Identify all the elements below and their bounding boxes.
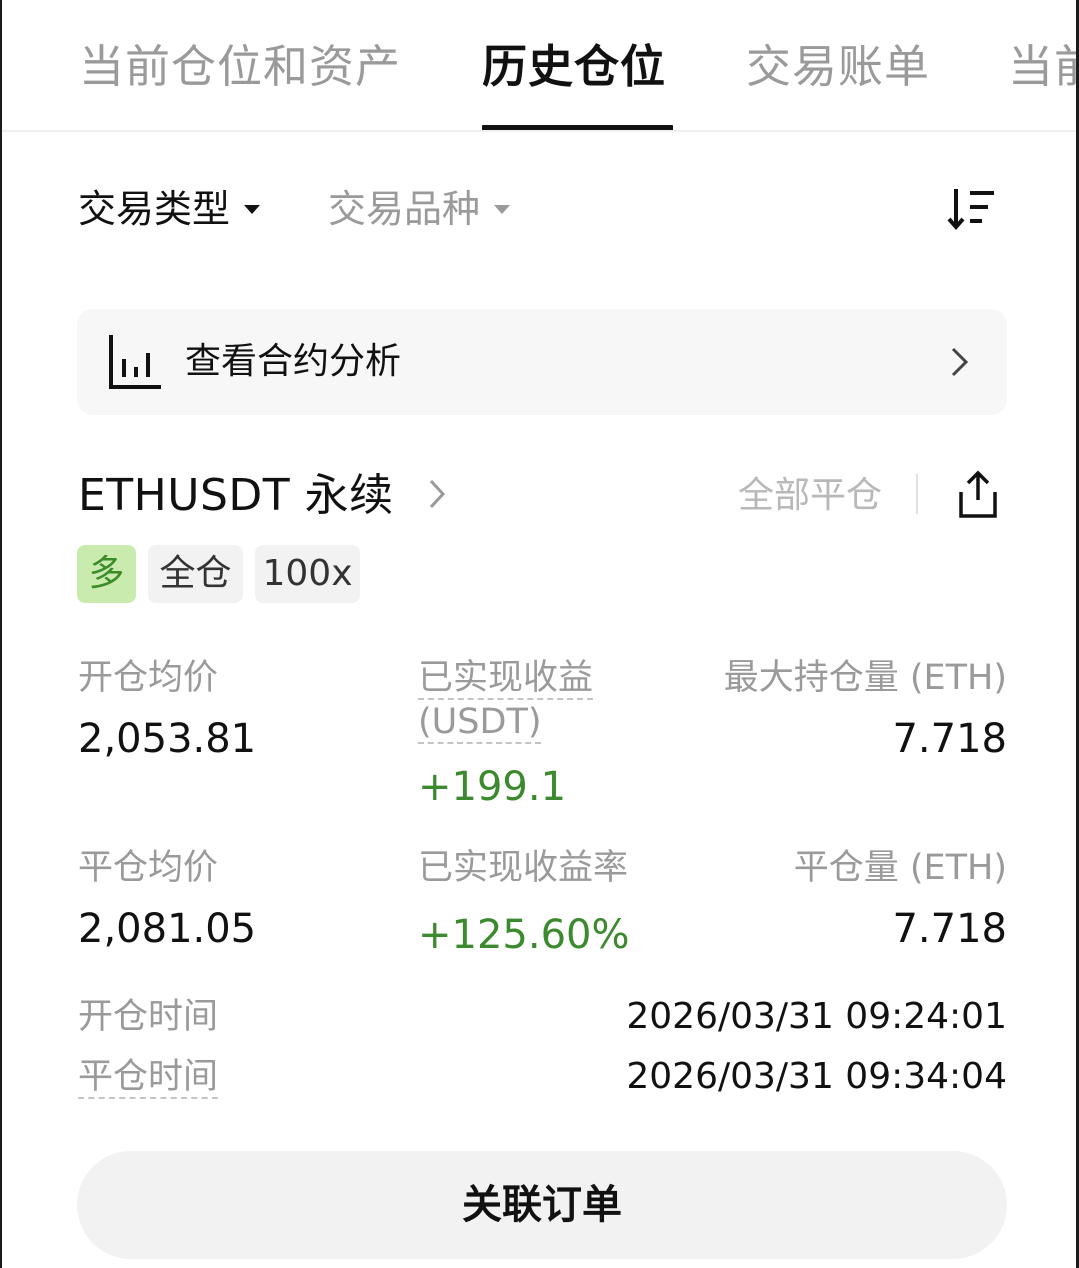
- tab-trade-bills[interactable]: 交易账单: [746, 38, 930, 96]
- realized-pnl-label-text: 已实现收益: [418, 658, 594, 700]
- close-time-label[interactable]: 平仓时间: [78, 1055, 219, 1099]
- close-avg-price-value: 2,081.05: [78, 906, 257, 952]
- trade-type-filter[interactable]: 交易类型: [78, 185, 261, 233]
- caret-down-icon: [494, 204, 511, 214]
- contract-analysis-label: 查看合约分析: [185, 341, 402, 382]
- share-icon[interactable]: [955, 470, 1001, 520]
- realized-pnl-label[interactable]: 已实现收益: [418, 656, 594, 700]
- divider: [916, 474, 918, 514]
- tab-current-truncated[interactable]: 当前: [1008, 38, 1076, 96]
- open-time-value: 2026/03/31 09:24:01: [626, 996, 1007, 1037]
- open-avg-price-label: 开仓均价: [78, 658, 219, 698]
- side-tag-long: 多: [77, 545, 136, 603]
- active-tab-indicator: [482, 125, 673, 130]
- max-position-label: 最大持仓量 (ETH): [723, 658, 1007, 698]
- margin-mode-tag: 全仓: [148, 545, 243, 603]
- tab-positions-assets[interactable]: 当前仓位和资产: [79, 38, 401, 96]
- close-time-label-text: 平仓时间: [78, 1057, 219, 1099]
- chevron-right-icon[interactable]: [428, 478, 446, 510]
- sort-icon[interactable]: [946, 185, 998, 233]
- chart-icon: [109, 335, 161, 389]
- caret-down-icon: [244, 204, 261, 214]
- close-all-button[interactable]: 全部平仓: [738, 474, 882, 518]
- contract-analysis-entry[interactable]: 查看合约分析: [77, 309, 1007, 415]
- app-frame: 当前仓位和资产 历史仓位 交易账单 当前 交易类型 交易品种 查看合约分析 ET: [0, 0, 1079, 1268]
- position-symbol[interactable]: ETHUSDT 永续: [78, 468, 394, 524]
- trade-type-label: 交易类型: [78, 187, 231, 231]
- realized-pnl-unit-text: (USDT): [418, 702, 542, 744]
- tab-position-history[interactable]: 历史仓位: [482, 38, 666, 96]
- close-qty-value: 7.718: [892, 906, 1007, 952]
- instrument-filter[interactable]: 交易品种: [328, 185, 511, 233]
- instrument-label: 交易品种: [328, 187, 481, 231]
- leverage-tag: 100x: [255, 545, 360, 603]
- chevron-right-icon: [951, 347, 969, 377]
- close-time-value: 2026/03/31 09:34:04: [626, 1056, 1007, 1097]
- related-orders-button[interactable]: 关联订单: [77, 1151, 1007, 1259]
- realized-pnl-rate-label: 已实现收益率: [418, 848, 629, 888]
- open-time-label: 开仓时间: [78, 997, 219, 1037]
- close-avg-price-label: 平仓均价: [78, 848, 219, 888]
- realized-pnl-unit[interactable]: (USDT): [418, 700, 542, 744]
- realized-pnl-value: +199.1: [418, 764, 567, 810]
- tab-bar: 当前仓位和资产 历史仓位 交易账单 当前: [2, 0, 1076, 132]
- realized-pnl-rate-value: +125.60%: [418, 912, 630, 958]
- open-avg-price-value: 2,053.81: [78, 716, 257, 762]
- close-qty-label: 平仓量 (ETH): [793, 848, 1007, 888]
- max-position-value: 7.718: [892, 716, 1007, 762]
